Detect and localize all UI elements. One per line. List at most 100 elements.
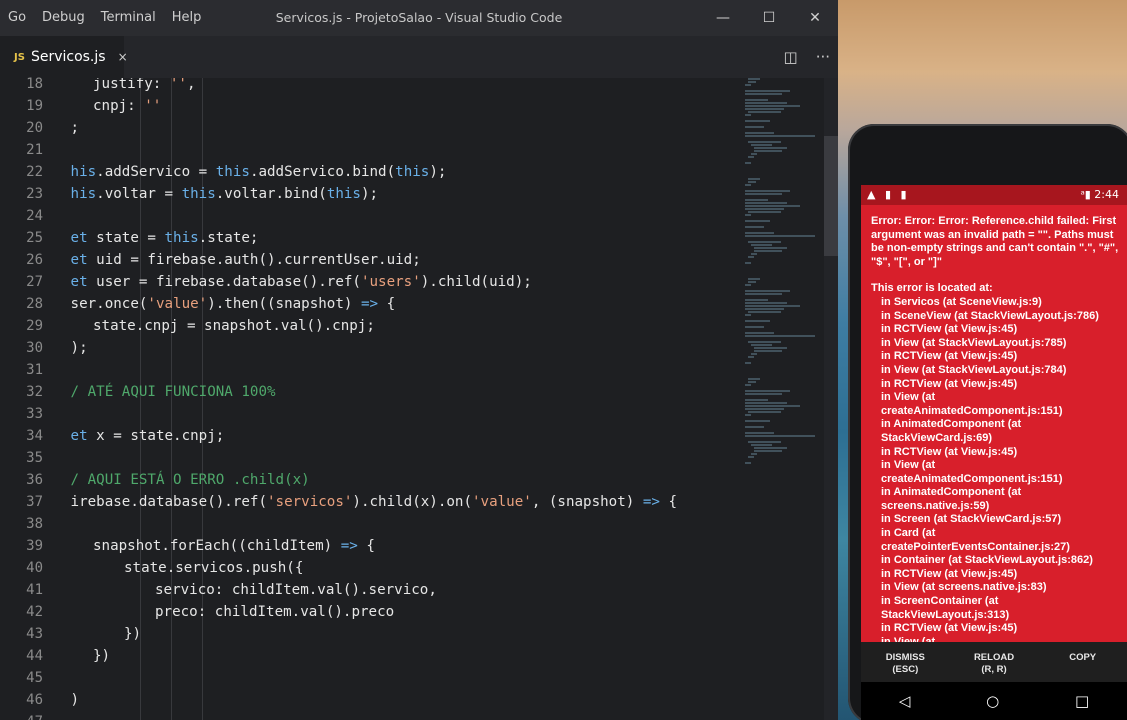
recents-icon[interactable]: □ [1075,692,1089,710]
minimap-line [745,235,815,237]
code-line[interactable]: firebase.database().ref('servicos').chil… [70,491,677,513]
dismiss-button[interactable]: DISMISS (ESC) [861,642,950,682]
minimap-line [745,120,770,122]
copy-button[interactable]: COPY [1038,642,1127,682]
minimap-line [754,350,782,352]
code-token: => [360,296,379,312]
code-token: }); [70,340,88,356]
close-tab-icon[interactable]: × [118,50,128,64]
code-token: 'servicos' [267,494,353,510]
split-editor-icon[interactable]: ◫ [784,48,798,66]
scrollbar-thumb[interactable] [824,136,838,256]
android-status-bar: ▲ ▮ ▮ ᵃ▮ 2:44 [861,185,1127,205]
code-line[interactable]: // AQUI ESTÁ O ERRO .child(x) [70,469,310,491]
code-line[interactable]: user.once('value').then((snapshot) => { [70,293,395,315]
reload-button[interactable]: RELOAD (R, R) [950,642,1039,682]
code-editor[interactable]: 18 19 20 21 22 23 24 25 26 27 28 29 30 31 32 33 34 35 36 37… [0,76,838,720]
code-line[interactable]: servico: childItem.val().servico, [155,579,437,601]
minimap-line [745,293,782,295]
reload-label: RELOAD [973,652,1015,663]
minimap-line [748,411,781,413]
back-icon[interactable]: ◁ [899,692,911,710]
menu-terminal[interactable]: Terminal [93,0,164,36]
minimap-line [751,153,757,155]
code-line[interactable]: }) [124,623,141,645]
minimap[interactable] [738,78,824,498]
minimap-line [745,302,787,304]
error-actions: DISMISS (ESC) RELOAD (R, R) COPY [861,642,1127,682]
code-line[interactable]: this.voltar = this.voltar.bind(this); [70,183,378,205]
menu-debug[interactable]: Debug [34,0,93,36]
code-line[interactable]: }); [70,337,88,359]
minimize-button[interactable]: — [700,0,746,36]
minimap-line [748,441,781,443]
minimap-line [745,393,782,395]
stack-frame: in RCTView (at View.js:45) [881,567,1018,580]
minimap-line [748,156,754,158]
menu-go[interactable]: Go [0,0,34,36]
code-token: this [215,164,250,180]
code-line[interactable]: this.addServico = this.addServico.bind(t… [70,161,446,183]
minimap-line [745,214,751,216]
code-line[interactable]: state.cnpj = snapshot.val().cnpj; [93,315,375,337]
red-error-screen: Error: Error: Error: Reference.child fai… [861,205,1127,642]
minimap-line [745,90,790,92]
line-number: 47 [0,711,43,720]
code-line[interactable]: preco: childItem.val().preco [155,601,394,623]
minimap-line [751,353,757,355]
stack-frame: in View (at screens.native.js:83) [881,581,1047,594]
code-line[interactable]: state.servicos.push({ [124,557,303,579]
minimap-line [745,290,790,292]
minimap-line [754,147,787,149]
line-number: 43 [26,626,43,642]
stack-frame: in View (at createAnimatedComponent.js:1… [881,391,1063,417]
minimap-line [745,102,787,104]
code-token: }) [124,626,142,642]
maximize-button[interactable]: ☐ [746,0,792,36]
code-line[interactable]: let state = this.state; [70,227,258,249]
menu-help[interactable]: Help [164,0,210,36]
code-token: this [326,186,361,202]
code-token: , [186,78,196,92]
line-number: 36 [26,472,43,488]
minimap-line [745,332,774,334]
stack-frame: in AnimatedComponent (at screens.native.… [881,486,1022,512]
code-line[interactable]: // ATÉ AQUI FUNCIONA 100% [70,381,276,403]
code-line[interactable]: let uid = firebase.auth().currentUser.ui… [70,249,421,271]
code-token: let [70,428,88,444]
stack-frame: in Container (at StackViewLayout.js:862) [881,554,1093,567]
tab-servicos-js[interactable]: JS Servicos.js × [0,36,128,78]
code-line[interactable]: let user = firebase.database().ref('user… [70,271,532,293]
minimap-line [745,326,764,328]
window-controls: — ☐ ✕ [700,0,838,36]
code-token: , (snapshot) [531,494,643,510]
close-window-button[interactable]: ✕ [792,0,838,36]
notification-icons: ▲ ▮ ▮ [867,188,910,201]
code-line[interactable]: let x = state.cnpj; [70,425,224,447]
code-token: this [70,186,97,202]
code-line[interactable]: snapshot.forEach((childItem) => { [93,535,375,557]
more-actions-icon[interactable]: ··· [816,48,830,66]
code-line[interactable]: }) [70,689,79,711]
stack-frame: in Card (at createPointerEventsContainer… [881,527,1070,553]
line-number: 38 [26,516,43,532]
code-area[interactable]: justify: '',cnpj: ''}; this.addServico = … [70,78,730,720]
line-number: 41 [26,582,43,598]
line-number: 18 [26,76,43,92]
code-token: state.servicos.push({ [124,560,304,576]
code-line[interactable]: justify: '', [93,78,196,95]
code-token: this [164,230,199,246]
home-icon[interactable]: ○ [986,692,999,710]
line-number: 20 [26,120,43,136]
code-line[interactable]: cnpj: '' [93,95,161,117]
code-token: // AQUI ESTÁ O ERRO .child(x) [70,472,310,488]
minimap-line [748,456,754,458]
stack-frame: in RCTView (at View.js:45) [881,323,1018,336]
minimap-line [745,432,774,434]
code-line[interactable]: }) [93,645,110,667]
code-token: // ATÉ AQUI FUNCIONA 100% [70,384,276,400]
editor-actions: ◫ ··· [784,36,831,78]
code-line[interactable]: }; [70,117,79,139]
editor-scrollbar[interactable] [824,78,838,720]
reload-shortcut: (R, R) [981,664,1007,675]
